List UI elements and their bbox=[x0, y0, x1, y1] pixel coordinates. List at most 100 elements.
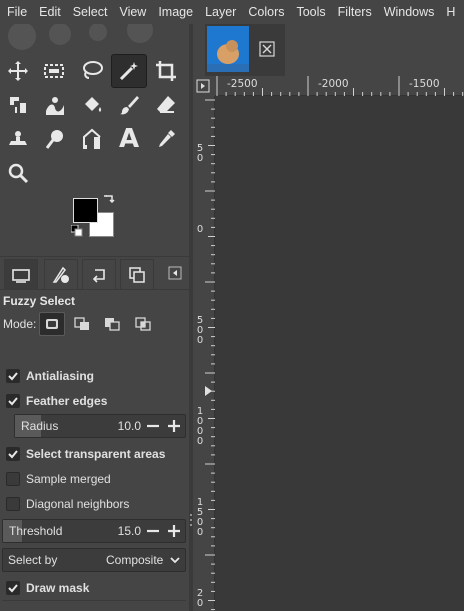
threshold-label: Threshold bbox=[9, 524, 63, 538]
plus-icon bbox=[168, 525, 180, 537]
clone-tool-icon bbox=[9, 131, 27, 145]
menu-bar: File Edit Select View Image Layer Colors… bbox=[0, 0, 464, 24]
options-separator bbox=[2, 600, 186, 601]
eraser-tool[interactable] bbox=[148, 88, 184, 122]
close-image-icon[interactable] bbox=[259, 41, 275, 57]
rect-select-tool[interactable] bbox=[36, 54, 72, 88]
antialiasing-label: Antialiasing bbox=[26, 369, 95, 383]
ruler-label: 0 bbox=[196, 598, 204, 609]
chevron-down-icon bbox=[170, 557, 180, 564]
threshold-increase-button[interactable] bbox=[164, 521, 184, 541]
rect-select-tool-icon bbox=[44, 64, 64, 78]
threshold-decrease-button[interactable] bbox=[143, 521, 163, 541]
move-tool[interactable] bbox=[0, 54, 36, 88]
zoom-tool[interactable] bbox=[0, 156, 36, 190]
warp-transform-tool[interactable] bbox=[37, 88, 73, 122]
eraser-tool-icon bbox=[157, 96, 175, 113]
image-tab[interactable] bbox=[205, 24, 285, 76]
left-dock: A Fuzzy Select Mode: Antialiasing Feathe… bbox=[0, 24, 189, 611]
menu-help[interactable]: H bbox=[440, 0, 461, 24]
bucket-fill-tool[interactable] bbox=[74, 88, 110, 122]
mode-subtract-icon bbox=[105, 318, 120, 331]
minus-icon bbox=[147, 424, 159, 428]
tab-tool-options[interactable] bbox=[4, 259, 38, 290]
text-tool[interactable]: A bbox=[111, 122, 147, 156]
dock-menu-icon[interactable] bbox=[168, 266, 182, 280]
free-select-tool[interactable] bbox=[74, 54, 110, 88]
mode-label: Mode: bbox=[3, 317, 37, 331]
paths-tool[interactable] bbox=[74, 122, 110, 156]
menu-tools[interactable]: Tools bbox=[290, 0, 331, 24]
quick-mask-toggle-icon bbox=[196, 79, 210, 93]
text-tool-icon: A bbox=[118, 124, 140, 154]
select-by-combo[interactable]: Select by Composite bbox=[2, 548, 186, 572]
swap-colors-icon[interactable] bbox=[103, 194, 117, 208]
unified-transform-tool-icon bbox=[10, 97, 26, 113]
tab-device-status[interactable] bbox=[44, 259, 78, 290]
menu-view[interactable]: View bbox=[113, 0, 152, 24]
menu-colors[interactable]: Colors bbox=[242, 0, 290, 24]
antialiasing-checkbox[interactable]: Antialiasing bbox=[6, 366, 94, 386]
smudge-tool[interactable] bbox=[37, 122, 73, 156]
ruler-label: 0 bbox=[196, 436, 204, 447]
fuzzy-select-tool-icon bbox=[119, 62, 138, 81]
menu-windows[interactable]: Windows bbox=[378, 0, 441, 24]
divider-grip-icon[interactable] bbox=[190, 513, 192, 527]
clone-tool[interactable] bbox=[0, 122, 36, 156]
default-colors-icon[interactable] bbox=[71, 225, 83, 237]
sample-merged-label: Sample merged bbox=[26, 472, 111, 486]
radius-increase-button[interactable] bbox=[164, 416, 184, 436]
menu-filters[interactable]: Filters bbox=[332, 0, 378, 24]
menu-image[interactable]: Image bbox=[152, 0, 199, 24]
image-tabs-bar bbox=[193, 24, 464, 76]
threshold-value[interactable]: 15.0 bbox=[118, 524, 141, 538]
draw-mask-check-box[interactable] bbox=[6, 581, 20, 595]
feather-edges-checkbox[interactable]: Feather edges bbox=[6, 391, 107, 411]
crop-tool-icon bbox=[156, 61, 176, 81]
horizontal-ruler[interactable]: -2500 -2000 -1500 bbox=[215, 76, 464, 96]
diagonal-neighbors-check-box[interactable] bbox=[6, 497, 20, 511]
ruler-label: 0 bbox=[196, 527, 204, 538]
paintbrush-tool[interactable] bbox=[111, 88, 147, 122]
mode-add-button[interactable] bbox=[69, 312, 95, 336]
feather-edges-label: Feather edges bbox=[26, 394, 108, 408]
ruler-corner[interactable] bbox=[193, 76, 215, 96]
mode-intersect-button[interactable] bbox=[130, 312, 156, 336]
menu-edit[interactable]: Edit bbox=[33, 0, 67, 24]
toolbox: A bbox=[0, 24, 189, 264]
undo-history-icon bbox=[92, 269, 105, 283]
radius-value[interactable]: 10.0 bbox=[118, 419, 141, 433]
select-transparent-check-box[interactable] bbox=[6, 447, 20, 461]
radius-decrease-button[interactable] bbox=[143, 416, 163, 436]
sample-merged-checkbox[interactable]: Sample merged bbox=[6, 469, 111, 489]
menu-layer[interactable]: Layer bbox=[199, 0, 242, 24]
tab-images[interactable] bbox=[120, 259, 154, 290]
mode-replace-icon bbox=[46, 319, 58, 329]
mode-add-icon bbox=[74, 317, 89, 330]
paintbrush-tool-icon bbox=[120, 96, 139, 115]
image-canvas[interactable] bbox=[215, 96, 464, 611]
tab-undo-history[interactable] bbox=[82, 259, 116, 290]
color-picker-tool-icon bbox=[159, 130, 175, 147]
color-picker-tool[interactable] bbox=[148, 122, 184, 156]
mode-subtract-button[interactable] bbox=[99, 312, 125, 336]
unified-transform-tool[interactable] bbox=[0, 88, 36, 122]
antialiasing-check-box[interactable] bbox=[6, 369, 20, 383]
vertical-ruler[interactable]: 5 0 0 5 0 0 1 0 0 0 1 5 0 0 2 0 bbox=[193, 96, 215, 611]
foreground-color-swatch[interactable] bbox=[73, 198, 98, 223]
crop-tool[interactable] bbox=[148, 54, 184, 88]
menu-file[interactable]: File bbox=[0, 0, 33, 24]
sample-merged-check-box[interactable] bbox=[6, 472, 20, 486]
menu-select[interactable]: Select bbox=[67, 0, 114, 24]
fuzzy-select-tool[interactable] bbox=[111, 54, 147, 88]
images-icon bbox=[129, 267, 145, 283]
threshold-spinscale[interactable]: Threshold 15.0 bbox=[2, 519, 186, 543]
draw-mask-checkbox[interactable]: Draw mask bbox=[6, 578, 89, 598]
mode-replace-button[interactable] bbox=[39, 312, 65, 336]
radius-label: Radius bbox=[21, 419, 59, 433]
hamster-image bbox=[207, 26, 249, 72]
diagonal-neighbors-checkbox[interactable]: Diagonal neighbors bbox=[6, 494, 129, 514]
radius-spinscale[interactable]: Radius 10.0 bbox=[14, 414, 186, 438]
feather-edges-check-box[interactable] bbox=[6, 394, 20, 408]
select-transparent-checkbox[interactable]: Select transparent areas bbox=[6, 444, 165, 464]
